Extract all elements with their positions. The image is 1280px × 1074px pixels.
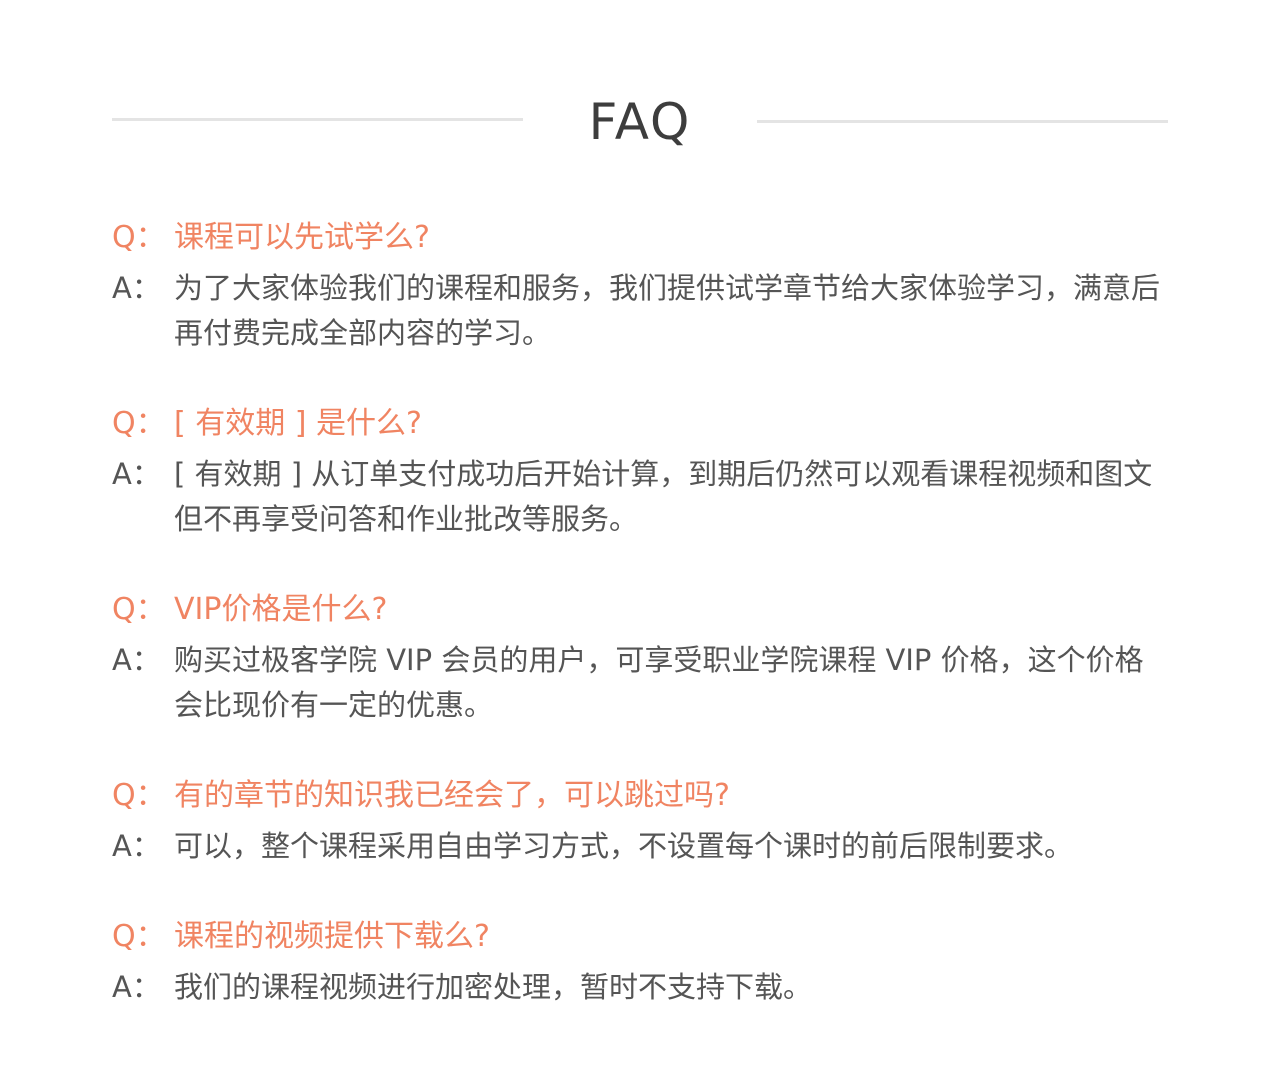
answer-text: 为了大家体验我们的课程和服务，我们提供试学章节给大家体验学习，满意后再付费完成全… [174, 271, 1161, 350]
faq-item: Q： VIP价格是什么? A： 购买过极客学院 VIP 会员的用户，可享受职业学… [112, 586, 1172, 728]
answer-text: 购买过极客学院 VIP 会员的用户，可享受职业学院课程 VIP 价格，这个价格会… [174, 643, 1144, 722]
question-prefix: Q： [112, 919, 166, 954]
question-prefix: Q： [112, 220, 166, 255]
faq-item: Q： 课程可以先试学么? A： 为了大家体验我们的课程和服务，我们提供试学章节给… [112, 214, 1172, 356]
question-row: Q： 课程可以先试学么? [112, 214, 1172, 262]
answer-text: 我们的课程视频进行加密处理，暂时不支持下载。 [174, 970, 813, 1004]
faq-item: Q： 课程的视频提供下载么? A： 我们的课程视频进行加密处理，暂时不支持下载。 [112, 913, 1172, 1010]
answer-prefix: A： [112, 643, 161, 677]
faq-list: Q： 课程可以先试学么? A： 为了大家体验我们的课程和服务，我们提供试学章节给… [112, 214, 1172, 1054]
faq-item: Q： 有的章节的知识我已经会了，可以跳过吗? A： 可以，整个课程采用自由学习方… [112, 772, 1172, 869]
answer-row: A： 我们的课程视频进行加密处理，暂时不支持下载。 [112, 965, 1172, 1010]
faq-item: Q： [ 有效期 ] 是什么? A： [ 有效期 ] 从订单支付成功后开始计算，… [112, 400, 1172, 542]
faq-page: FAQ Q： 课程可以先试学么? A： 为了大家体验我们的课程和服务，我们提供试… [0, 0, 1280, 1074]
answer-prefix: A： [112, 970, 161, 1004]
question-text: 课程可以先试学么? [174, 220, 430, 255]
question-text: [ 有效期 ] 是什么? [174, 406, 422, 441]
answer-row: A： 购买过极客学院 VIP 会员的用户，可享受职业学院课程 VIP 价格，这个… [112, 638, 1172, 728]
faq-header: FAQ [0, 86, 1280, 158]
question-text: 有的章节的知识我已经会了，可以跳过吗? [174, 778, 730, 813]
question-row: Q： [ 有效期 ] 是什么? [112, 400, 1172, 448]
answer-text: 可以，整个课程采用自由学习方式，不设置每个课时的前后限制要求。 [174, 829, 1074, 863]
answer-row: A： [ 有效期 ] 从订单支付成功后开始计算，到期后仍然可以观看课程视频和图文… [112, 452, 1172, 542]
question-prefix: Q： [112, 406, 166, 441]
answer-prefix: A： [112, 829, 161, 863]
question-row: Q： 课程的视频提供下载么? [112, 913, 1172, 961]
answer-row: A： 为了大家体验我们的课程和服务，我们提供试学章节给大家体验学习，满意后再付费… [112, 266, 1172, 356]
question-prefix: Q： [112, 592, 166, 627]
answer-prefix: A： [112, 457, 161, 491]
question-text: VIP价格是什么? [174, 592, 388, 627]
question-prefix: Q： [112, 778, 166, 813]
header-divider-right [757, 120, 1168, 123]
question-text: 课程的视频提供下载么? [174, 919, 490, 954]
answer-row: A： 可以，整个课程采用自由学习方式，不设置每个课时的前后限制要求。 [112, 824, 1172, 869]
answer-prefix: A： [112, 271, 161, 305]
question-row: Q： VIP价格是什么? [112, 586, 1172, 634]
answer-text: [ 有效期 ] 从订单支付成功后开始计算，到期后仍然可以观看课程视频和图文但不再… [174, 457, 1153, 536]
question-row: Q： 有的章节的知识我已经会了，可以跳过吗? [112, 772, 1172, 820]
